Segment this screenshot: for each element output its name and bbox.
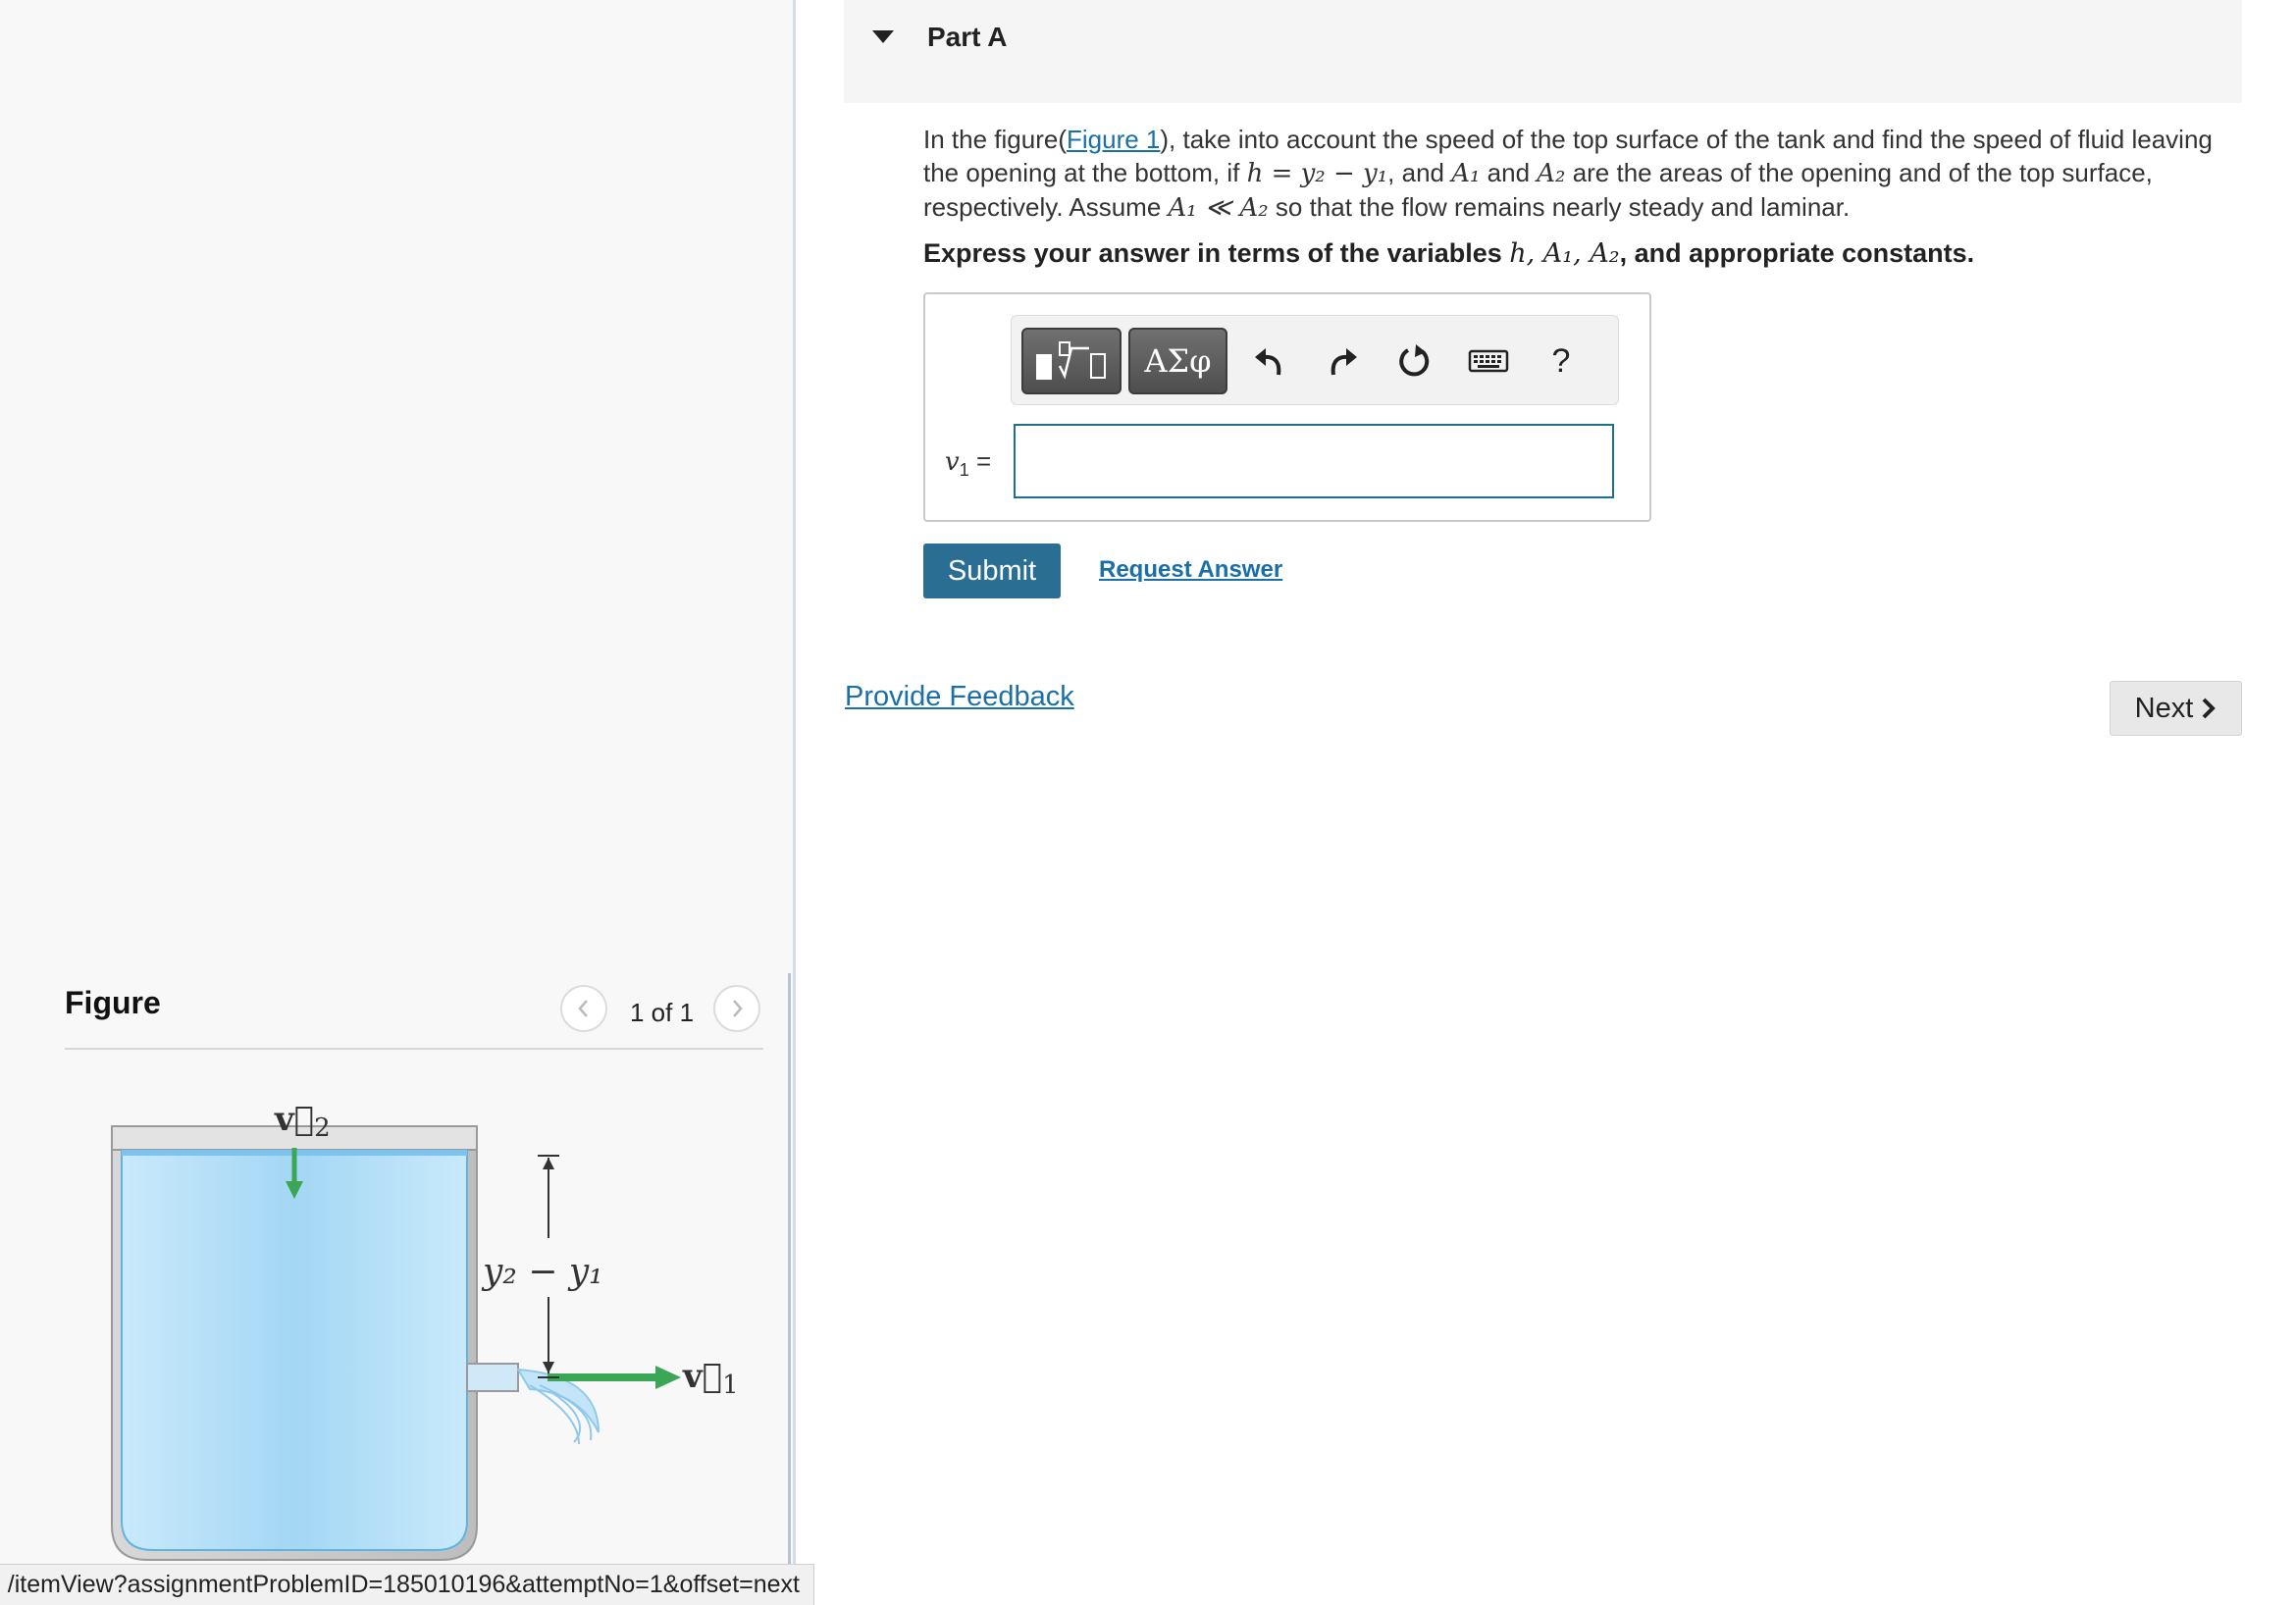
- math-A1: A₁: [1451, 159, 1481, 188]
- answer-label: v1 =: [945, 446, 991, 481]
- pane-divider-handle[interactable]: [788, 973, 791, 1605]
- instruction-suffix: , and appropriate constants.: [1619, 238, 1975, 268]
- outlet-pipe: [466, 1363, 519, 1392]
- part-title: Part A: [927, 22, 1008, 52]
- answer-label-sub: 1: [959, 460, 969, 481]
- figure-link[interactable]: Figure 1: [1067, 125, 1160, 154]
- answer-label-var: v: [945, 447, 960, 477]
- redo-button[interactable]: [1319, 337, 1366, 385]
- chevron-left-icon: [578, 1000, 588, 1017]
- answer-input[interactable]: [1014, 424, 1614, 498]
- answer-label-eq: =: [968, 446, 992, 476]
- question-intro: In the figure(: [923, 125, 1067, 154]
- greek-symbols-button[interactable]: ΑΣφ: [1128, 328, 1227, 394]
- figure-divider: [65, 1048, 763, 1050]
- reset-button[interactable]: [1391, 337, 1438, 385]
- templates-button[interactable]: [1021, 328, 1122, 394]
- math-A2: A₂: [1537, 159, 1566, 188]
- templates-icon: [1036, 341, 1106, 380]
- math-height-eq: h = y₂ − y₁: [1246, 159, 1388, 188]
- undo-icon: [1255, 348, 1281, 376]
- question-text-5: so that the flow remains nearly steady a…: [1268, 192, 1851, 222]
- figure-next-button[interactable]: [713, 985, 760, 1032]
- request-answer-link[interactable]: Request Answer: [1099, 556, 1282, 584]
- collapse-caret-icon[interactable]: [872, 30, 894, 43]
- submit-button[interactable]: Submit: [923, 544, 1061, 598]
- instruction-prefix: Express your answer in terms of the vari…: [923, 238, 1510, 268]
- keyboard-icon: [1468, 349, 1509, 373]
- instruction-variables: h, A₁, A₂: [1509, 238, 1620, 269]
- redo-icon: [1331, 348, 1357, 376]
- provide-feedback-link[interactable]: Provide Feedback: [845, 681, 1074, 713]
- status-url-text: /itemView?assignmentProblemID=185010196&…: [7, 1571, 800, 1598]
- question-text-2: , and: [1387, 158, 1452, 187]
- chevron-right-icon: [2202, 698, 2217, 719]
- pane-divider[interactable]: [793, 0, 796, 1605]
- math-inequality: A₁ ≪ A₂: [1168, 193, 1269, 223]
- figure-title: Figure: [65, 985, 161, 1020]
- figure-prev-button[interactable]: [560, 985, 607, 1032]
- status-bar-url: /itemView?assignmentProblemID=185010196&…: [0, 1564, 814, 1605]
- chevron-right-icon: [733, 1000, 743, 1017]
- next-label: Next: [2134, 692, 2194, 724]
- keyboard-button[interactable]: [1465, 337, 1512, 385]
- undo-button[interactable]: [1246, 337, 1293, 385]
- figure-counter: 1 of 1: [630, 998, 695, 1027]
- v1-label: v⃗1: [682, 1357, 739, 1400]
- tank-figure: v⃗2 v⃗1 y₂ − y₁: [111, 1100, 739, 1561]
- next-button[interactable]: Next: [2110, 681, 2242, 736]
- help-button[interactable]: ?: [1538, 337, 1585, 385]
- answer-instruction: Express your answer in terms of the vari…: [923, 238, 2228, 269]
- v2-label: v⃗2: [274, 1100, 331, 1143]
- reset-icon: [1399, 344, 1430, 377]
- part-header[interactable]: [844, 0, 2242, 103]
- tank-water: [121, 1149, 468, 1551]
- question-text: In the figure(Figure 1), take into accou…: [923, 123, 2228, 225]
- height-label: y₂ − y₁: [481, 1252, 603, 1292]
- question-text-3: and: [1480, 158, 1538, 187]
